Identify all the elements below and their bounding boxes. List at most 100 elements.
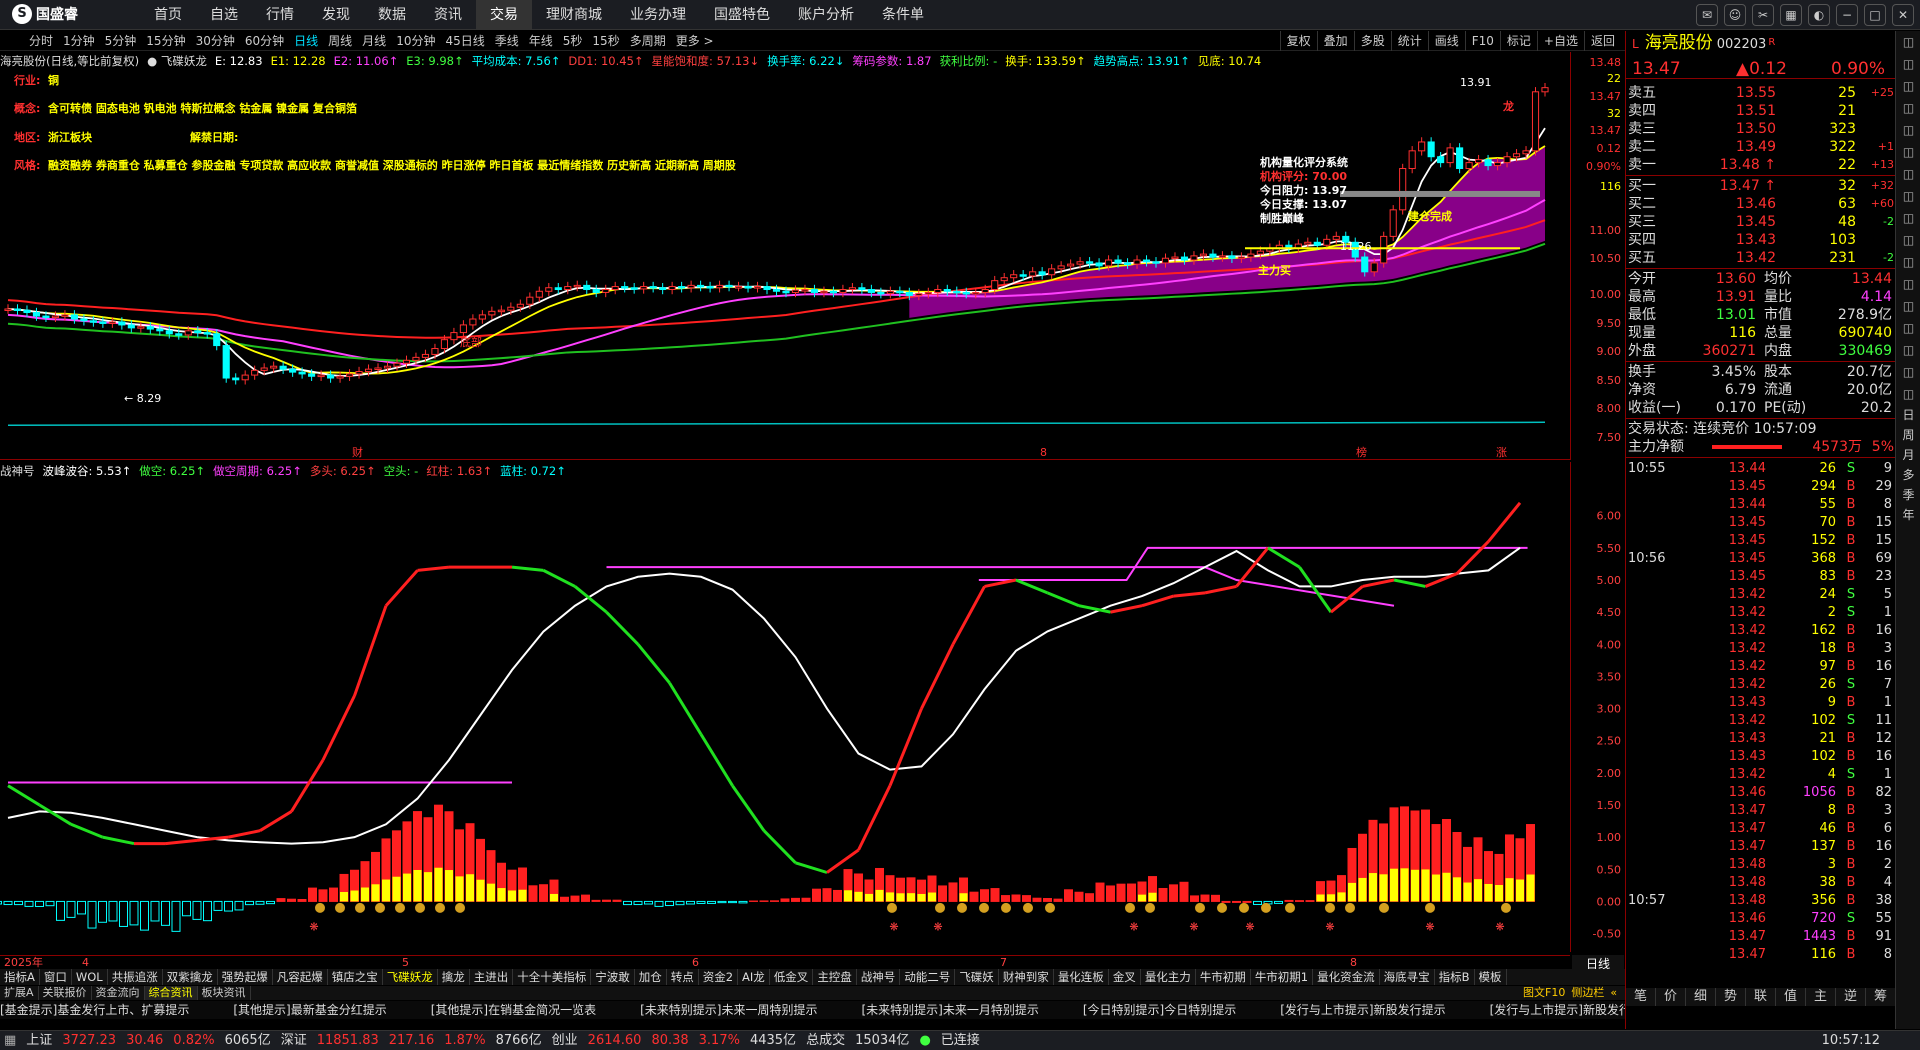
indicator-tab[interactable]: 镇店之宝 [328,969,383,985]
indicator-tab[interactable]: 擒龙 [438,969,470,985]
period-tab[interactable]: 45日线 [440,31,489,51]
arrow-down-icon[interactable]: ◫ [1896,383,1920,405]
period-tab[interactable]: 日线 [289,31,323,51]
indicator-tab[interactable]: 量化主力 [1141,969,1196,985]
quote-bottom-tab[interactable]: 联 [1746,988,1776,1006]
period-tab[interactable]: 15秒 [587,31,624,51]
indicator-tab[interactable]: 飞碟妖龙 [383,969,438,985]
zoom-icon[interactable]: ◫ [1896,361,1920,383]
chart-icon[interactable]: ◫ [1896,75,1920,97]
indicator-tab[interactable]: 财神到家 [999,969,1054,985]
indicator-tab[interactable]: WOL [72,969,108,985]
page-tab[interactable]: 扩展A [0,986,39,1000]
indicator-tab[interactable]: AI龙 [738,969,770,985]
news-item[interactable]: [基金提示]基金发行上市、扩募提示 [0,1001,189,1019]
indicator-tab[interactable]: 转点 [667,969,699,985]
rsi-icon[interactable]: ◫ [1896,295,1920,317]
chart-tool-button[interactable]: +自选 [1536,31,1584,51]
indicator-tab[interactable]: 加仓 [635,969,667,985]
bar-icon[interactable]: ◫ [1896,119,1920,141]
period-tab[interactable]: 5秒 [558,31,588,51]
chart-tool-button[interactable]: 复权 [1279,31,1317,51]
indicator-tab[interactable]: 战神号 [857,969,901,985]
period-tab[interactable]: 60分钟 [240,31,289,51]
quote-bottom-tab[interactable]: 主 [1806,988,1836,1006]
gear-icon[interactable]: ◫ [1896,251,1920,273]
settings-icon[interactable]: ◫ [1896,229,1920,251]
page-tab-right[interactable]: 图文F10 [1520,986,1568,1000]
indicator-tab[interactable]: 牛市初期 [1196,969,1251,985]
indicator-tab[interactable]: 海底寻宝 [1380,969,1435,985]
period-tab[interactable]: 更多 > [671,31,719,51]
menu-item[interactable]: 业务办理 [616,0,700,30]
maximize-icon[interactable]: □ [1864,4,1886,26]
menu-item[interactable]: 首页 [140,0,196,30]
quote-bottom-tab[interactable]: 势 [1716,988,1746,1006]
page-tab[interactable]: 板块资讯 [198,986,251,1000]
indicator-tab[interactable]: 指标B [1435,969,1475,985]
menu-item[interactable]: 国盛特色 [700,0,784,30]
menu-item[interactable]: 交易 [476,0,532,30]
indicator-tab[interactable]: 量化连板 [1054,969,1109,985]
page-tab[interactable]: 综合资讯 [144,986,198,1000]
period-tab[interactable]: 30分钟 [191,31,240,51]
sidebar-period[interactable]: 季 [1896,485,1920,505]
sync-icon[interactable]: ◫ [1896,273,1920,295]
menu-item[interactable]: 发现 [308,0,364,30]
close-icon[interactable]: ✕ [1892,4,1914,26]
quote-bottom-tab[interactable]: 逆 [1836,988,1866,1006]
page-tab-right[interactable]: « [1607,986,1620,1000]
kline-chart[interactable]: 行业: 铜概念: 含可转债 固态电池 钒电池 特斯拉概念 钴金属 镍金属 复合铜箔地… [0,70,1570,460]
indicator-tab[interactable]: 主进出 [470,969,514,985]
minimize-icon[interactable]: − [1836,4,1858,26]
menu-item[interactable]: 资讯 [420,0,476,30]
news-item[interactable]: [发行与上市提示]新股发行提示 [1280,1001,1445,1019]
chart-tool-button[interactable]: 叠加 [1316,31,1354,51]
arrow-up-icon[interactable]: ◫ [1896,31,1920,53]
period-tab[interactable]: 15分钟 [141,31,190,51]
page-tab-right[interactable]: 侧边栏 [1568,986,1607,1000]
sidebar-period[interactable]: 多 [1896,465,1920,485]
oscillator-chart[interactable]: ❋ ❋ ❋ ❋ ❋ ❋ ❋ ❋ ❋ [0,480,1570,950]
menu-item[interactable]: 行情 [252,0,308,30]
sidebar-period[interactable]: 日 [1896,405,1920,425]
news-item[interactable]: [其他提示]在销基金简况一览表 [431,1001,596,1019]
indicator-tab[interactable]: 强势起爆 [218,969,273,985]
chart-tool-button[interactable]: 统计 [1390,31,1428,51]
news-item[interactable]: [其他提示]最新基金分红提示 [233,1001,386,1019]
magnifier-icon[interactable]: ◫ [1896,339,1920,361]
line-icon[interactable]: ◫ [1896,163,1920,185]
period-tab[interactable]: 5分钟 [100,31,142,51]
chart-tool-button[interactable]: 返回 [1583,31,1621,51]
menu-item[interactable]: 条件单 [868,0,938,30]
quote-bottom-tab[interactable]: 细 [1686,988,1716,1006]
indicator-tab[interactable]: 模板 [1475,969,1507,985]
indicator-tab[interactable]: 窗口 [40,969,72,985]
period-tab[interactable]: 周线 [323,31,357,51]
indicator-tab[interactable]: 动能二号 [900,969,956,985]
page-tab[interactable]: 关联报价 [39,986,92,1000]
indicator-tab[interactable]: 凡容起爆 [273,969,328,985]
menu-item[interactable]: 账户分析 [784,0,868,30]
chart-tool-button[interactable]: 多股 [1353,31,1391,51]
compare-icon[interactable]: ◫ [1896,97,1920,119]
pie-icon[interactable]: ◫ [1896,317,1920,339]
news-item[interactable]: [未来特别提示]未来一月特别提示 [862,1001,1039,1019]
period-tab[interactable]: 年线 [524,31,558,51]
indicator-tab[interactable]: 十全十美指标 [513,969,592,985]
indicator-tab[interactable]: 指标A [0,969,40,985]
indicator-tab[interactable]: 双紫擒龙 [163,969,218,985]
chart-tool-button[interactable]: 画线 [1427,31,1465,51]
quote-bottom-tab[interactable]: 价 [1656,988,1686,1006]
quote-bottom-tab[interactable]: 笔 [1626,988,1656,1006]
indicator-tab[interactable]: 共振追涨 [108,969,163,985]
chart-tool-button[interactable]: F10 [1464,31,1500,51]
period-tab[interactable]: 月线 [357,31,391,51]
news-item[interactable]: [未来特别提示]未来一周特别提示 [640,1001,817,1019]
period-tab[interactable]: 分时 [24,31,58,51]
grid-icon[interactable]: ▦ [1780,4,1802,26]
indicator-tab[interactable]: 飞碟妖 [955,969,999,985]
page-tab[interactable]: 资金流向 [92,986,145,1000]
quote-bottom-tab[interactable]: 筹 [1866,988,1896,1006]
message-icon[interactable]: ✉ [1696,4,1718,26]
